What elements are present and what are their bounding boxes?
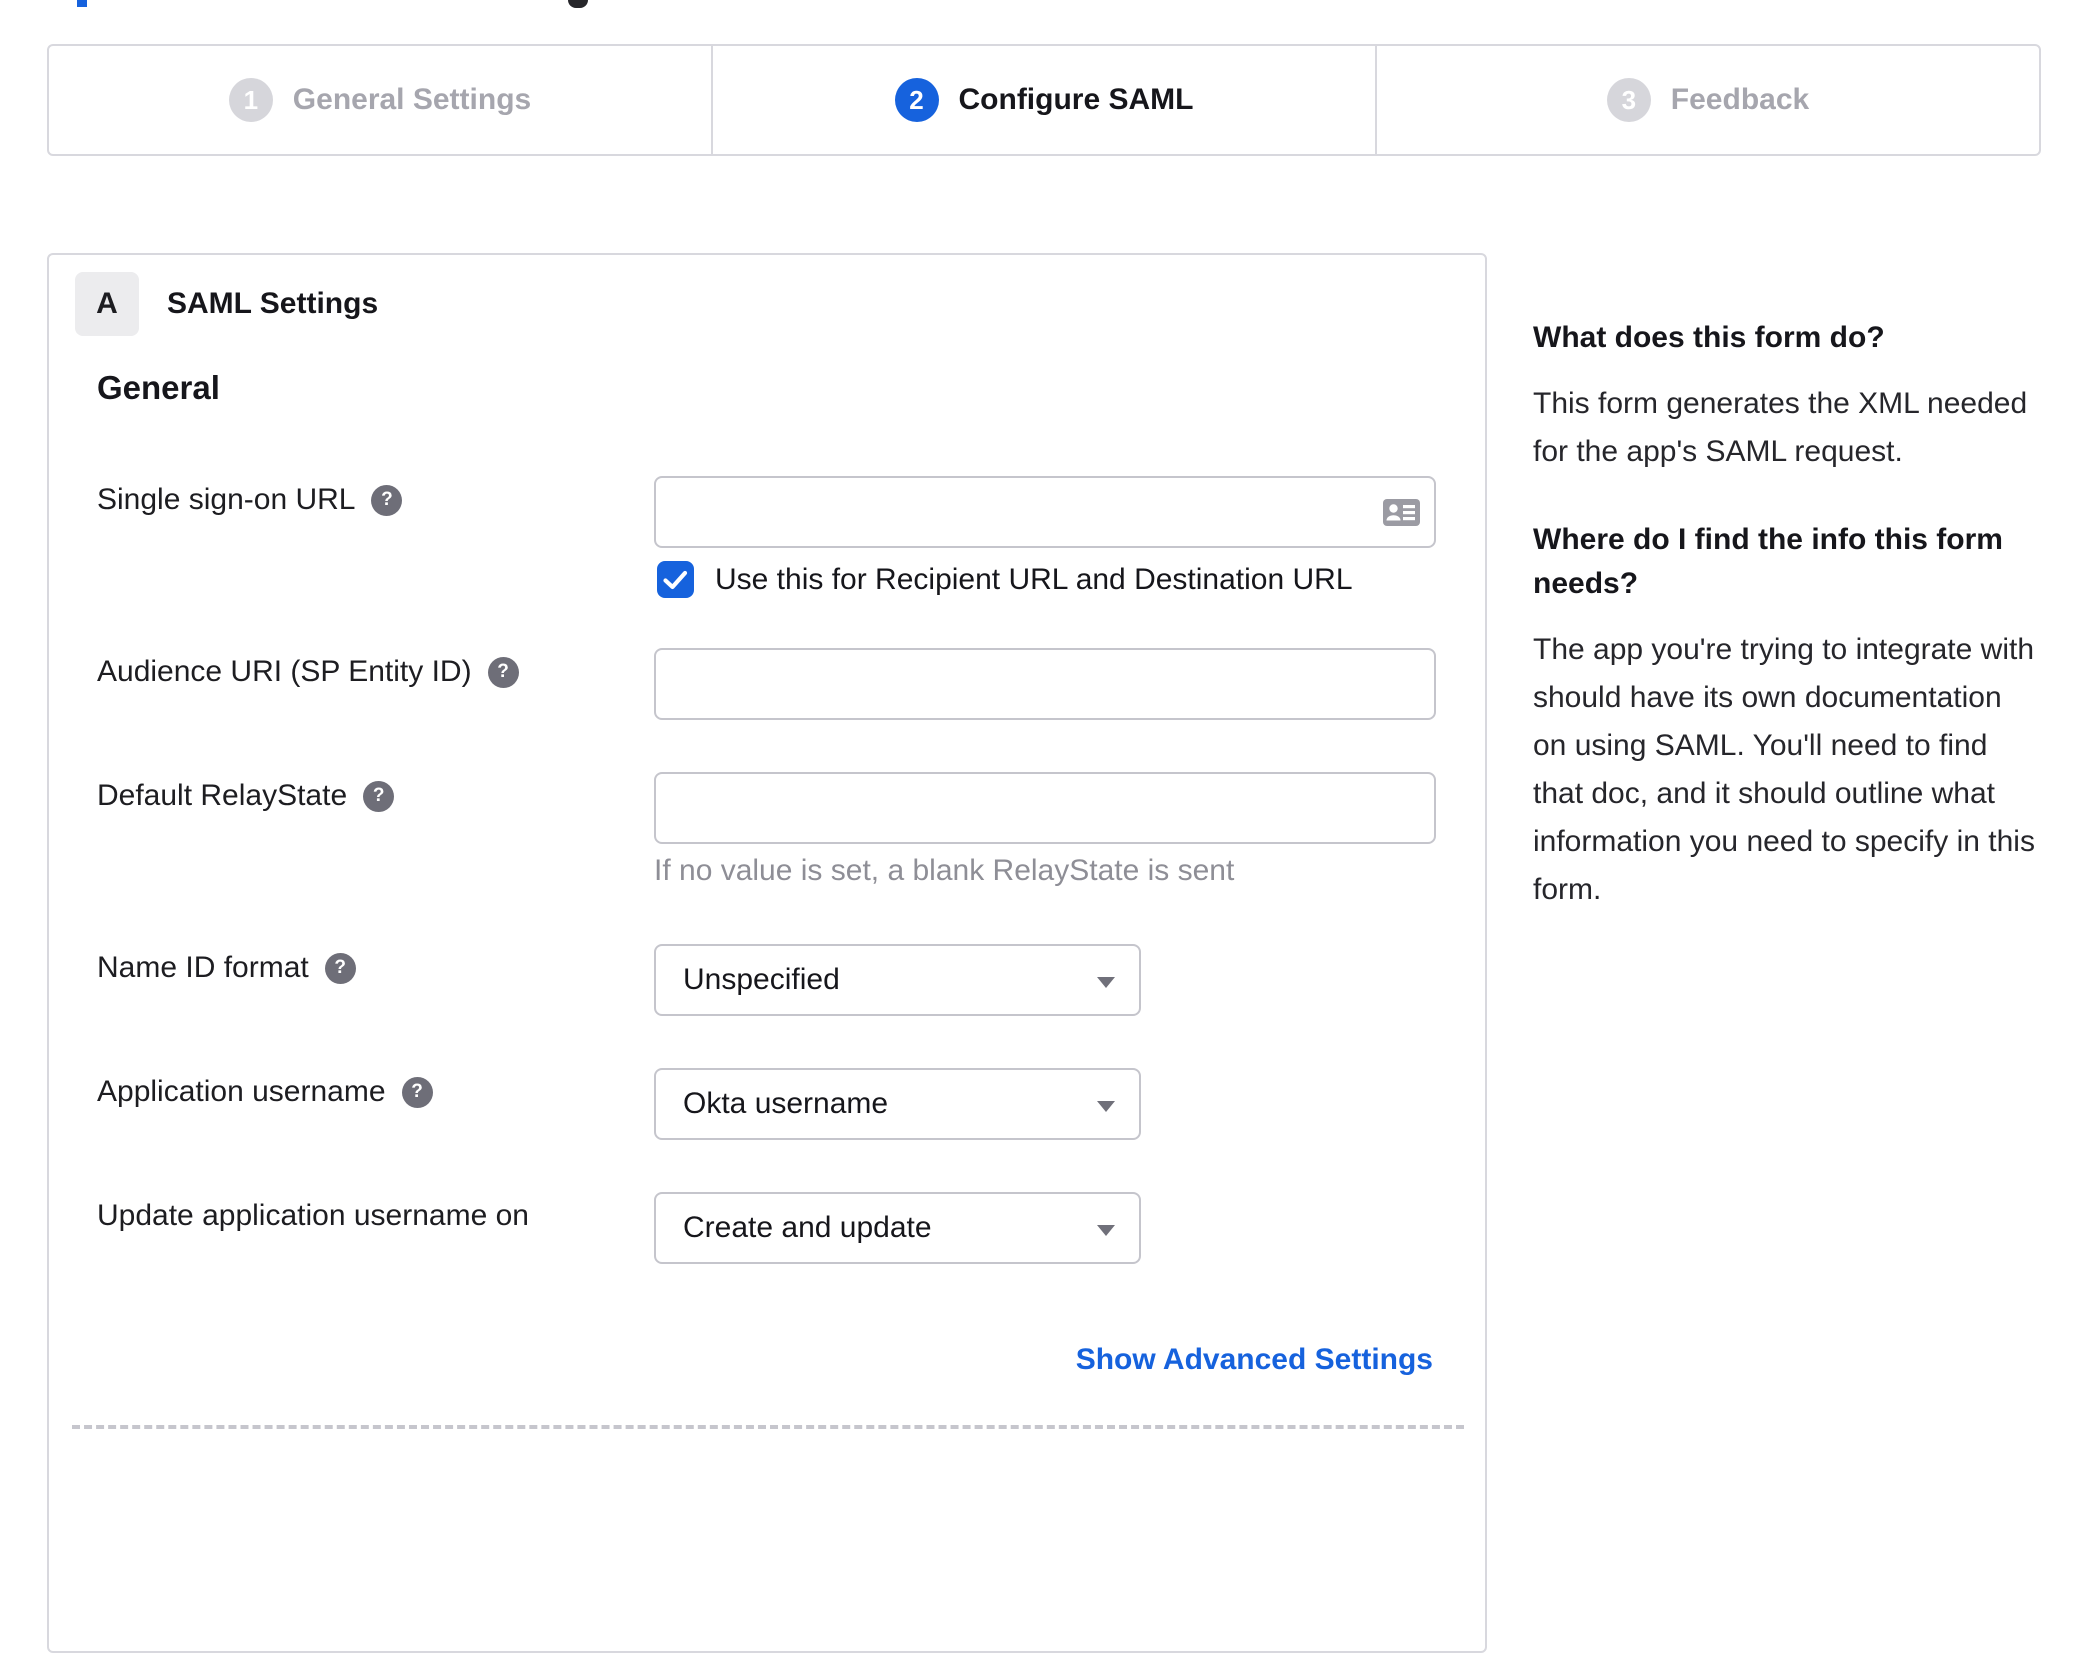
chevron-down-icon [1097, 1225, 1115, 1236]
help-icon[interactable]: ? [371, 484, 403, 516]
sso-url-label-text: Single sign-on URL [97, 483, 356, 516]
step-number-badge: 1 [228, 78, 273, 122]
step-number-badge: 2 [894, 78, 939, 122]
name-id-format-value: Unspecified [683, 963, 840, 996]
audience-uri-label: Audience URI (SP Entity ID) ? [97, 654, 519, 690]
update-app-username-value: Create and update [683, 1211, 932, 1244]
show-advanced-settings-link[interactable]: Show Advanced Settings [1076, 1343, 1433, 1377]
recipient-url-checkbox[interactable] [657, 561, 694, 598]
clipped-app-logo-fragment [568, 0, 588, 8]
help-icon[interactable]: ? [487, 656, 519, 688]
help-heading-2: Where do I find the info this form needs… [1533, 523, 2003, 600]
step-feedback[interactable]: 3 Feedback [1375, 46, 2039, 154]
application-username-value: Okta username [683, 1087, 889, 1120]
name-id-format-select[interactable]: Unspecified [654, 944, 1141, 1016]
sso-url-label: Single sign-on URL ? [97, 482, 403, 518]
chevron-down-icon [1097, 1101, 1115, 1112]
default-relaystate-label-text: Default RelayState [97, 779, 348, 812]
default-relaystate-label: Default RelayState ? [97, 778, 395, 814]
help-icon[interactable]: ? [363, 780, 395, 812]
name-id-format-label-text: Name ID format [97, 951, 309, 984]
contact-card-icon [1383, 499, 1420, 526]
saml-settings-panel: A SAML Settings General Single sign-on U… [47, 253, 1487, 1653]
chevron-down-icon [1097, 977, 1115, 988]
recipient-url-checkbox-label: Use this for Recipient URL and Destinati… [715, 563, 1353, 596]
default-relaystate-input[interactable] [654, 772, 1436, 844]
checkmark-icon [663, 570, 688, 589]
audience-uri-input[interactable] [654, 648, 1436, 720]
help-sidebar: What does this form do? This form genera… [1533, 316, 2038, 914]
step-number-badge: 3 [1606, 78, 1651, 122]
relaystate-hint: If no value is set, a blank RelayState i… [654, 854, 1235, 887]
general-group-heading: General [97, 369, 220, 406]
help-body-2: The app you're trying to integrate with … [1533, 633, 2035, 906]
sso-url-input[interactable] [654, 476, 1436, 548]
sso-url-input-wrap [654, 476, 1436, 548]
help-icon[interactable]: ? [401, 1076, 433, 1108]
step-label: Configure SAML [958, 83, 1194, 116]
step-general-settings[interactable]: 1 General Settings [49, 46, 711, 154]
help-icon[interactable]: ? [324, 952, 356, 984]
clipped-blue-header-fragment [77, 0, 87, 7]
step-label: Feedback [1670, 83, 1810, 116]
section-title: SAML Settings [167, 287, 379, 320]
application-username-label: Application username ? [97, 1074, 433, 1110]
application-username-label-text: Application username [97, 1075, 386, 1108]
section-a-badge: A [75, 272, 139, 336]
help-heading-1: What does this form do? [1533, 321, 1885, 354]
application-username-select[interactable]: Okta username [654, 1068, 1141, 1140]
update-app-username-select[interactable]: Create and update [654, 1192, 1141, 1264]
step-label: General Settings [292, 83, 532, 116]
update-app-username-label-text: Update application username on [97, 1199, 529, 1232]
help-body-1: This form generates the XML needed for t… [1533, 387, 2028, 468]
wizard-stepper: 1 General Settings 2 Configure SAML 3 Fe… [47, 44, 2041, 156]
step-configure-saml[interactable]: 2 Configure SAML [711, 46, 1375, 154]
name-id-format-label: Name ID format ? [97, 950, 356, 986]
update-app-username-label: Update application username on [97, 1198, 529, 1234]
audience-uri-label-text: Audience URI (SP Entity ID) [97, 655, 472, 688]
